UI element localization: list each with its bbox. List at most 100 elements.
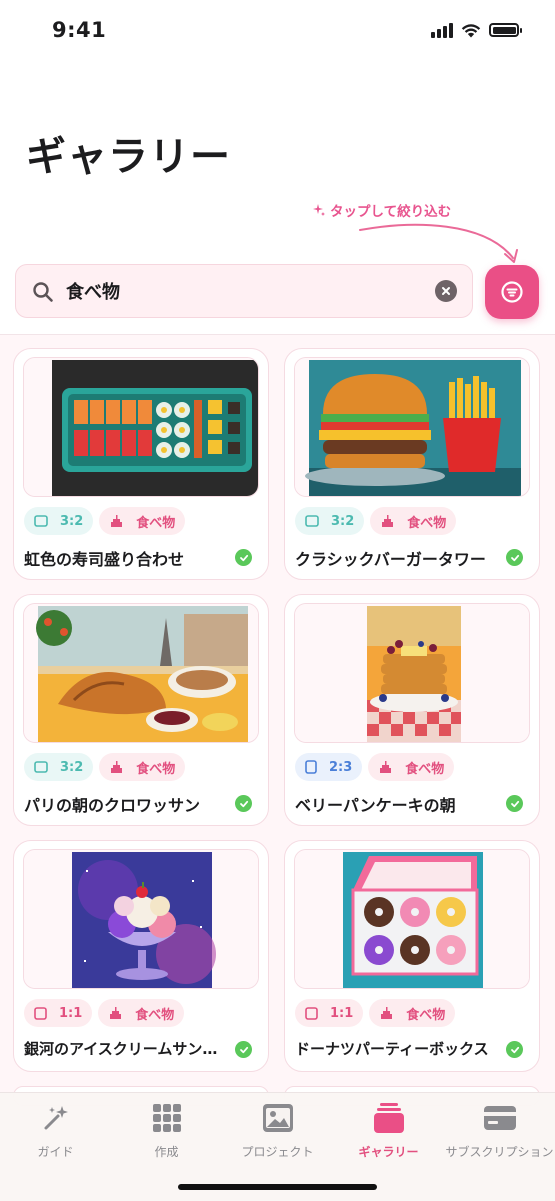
card-title: クラシックバーガータワー — [295, 550, 486, 569]
card-title: ベリーパンケーキの朝 — [295, 796, 456, 815]
filter-hint: タップして絞り込む — [312, 200, 451, 220]
check-icon — [506, 549, 523, 566]
tab-create[interactable]: 作成 — [111, 1101, 222, 1160]
filter-button[interactable] — [485, 265, 539, 319]
burger-artwork — [295, 358, 529, 496]
close-icon — [442, 287, 450, 295]
tab-subscription[interactable]: サブスクリプション — [444, 1101, 555, 1160]
aspect-ratio-label: 3:2 — [60, 759, 84, 775]
aspect-ratio-label: 2:3 — [329, 759, 353, 775]
cake-icon — [110, 1006, 122, 1019]
category-label: 食べ物 — [406, 1007, 446, 1023]
thumbnail — [23, 603, 259, 743]
ice-cream-artwork — [24, 850, 258, 988]
thumbnail — [23, 849, 259, 989]
hint-arrow-icon — [359, 223, 518, 263]
cellular-signal-icon — [431, 22, 453, 38]
check-icon — [235, 1041, 252, 1058]
search-input[interactable] — [66, 277, 426, 305]
category-label: 食べ物 — [407, 515, 447, 531]
tab-label: 作成 — [154, 1145, 179, 1159]
tab-label: ギャラリー — [358, 1145, 419, 1159]
status-time: 9:41 — [52, 18, 107, 42]
square-frame-icon — [34, 1006, 47, 1020]
category-badge: 食べ物 — [98, 999, 185, 1027]
category-badge: 食べ物 — [99, 507, 186, 535]
thumbnail — [294, 357, 530, 497]
gallery-card[interactable]: 2:3 食べ物 ベリーパンケーキの朝 — [284, 594, 540, 826]
aspect-ratio-label: 1:1 — [59, 1005, 83, 1021]
aspect-ratio-label: 3:2 — [60, 513, 84, 529]
category-label: 食べ物 — [135, 1007, 175, 1023]
landscape-frame-icon — [34, 515, 48, 527]
aspect-ratio-badge: 2:3 — [295, 753, 363, 781]
category-badge: 食べ物 — [370, 507, 457, 535]
tab-gallery[interactable]: ギャラリー — [333, 1101, 444, 1160]
status-icons — [431, 22, 522, 38]
tab-projects[interactable]: プロジェクト — [222, 1101, 333, 1160]
gallery-card[interactable]: 3:2 食べ物 パリの朝のクロワッサン — [13, 594, 269, 826]
cake-icon — [382, 514, 394, 527]
card-title: 銀河のアイスクリームサンデー — [24, 1040, 229, 1058]
aspect-ratio-badge: 1:1 — [295, 999, 364, 1027]
square-frame-icon — [305, 1006, 318, 1020]
search-bar — [15, 264, 473, 318]
category-badge: 食べ物 — [99, 753, 186, 781]
check-icon — [235, 549, 252, 566]
aspect-ratio-badge: 1:1 — [24, 999, 93, 1027]
category-label: 食べ物 — [136, 515, 176, 531]
cake-icon — [111, 514, 123, 527]
aspect-ratio-badge: 3:2 — [24, 753, 94, 781]
portrait-frame-icon — [305, 760, 317, 774]
category-badge: 食べ物 — [368, 753, 455, 781]
thumbnail — [23, 357, 259, 497]
gallery-card[interactable]: 3:2 食べ物 クラシックバーガータワー — [284, 348, 540, 580]
croissant-artwork — [24, 604, 258, 742]
pancake-artwork — [295, 604, 529, 742]
aspect-ratio-badge: 3:2 — [295, 507, 365, 535]
gallery-card[interactable]: 3:2 食べ物 虹色の寿司盛り合わせ — [13, 348, 269, 580]
magic-wand-icon — [44, 1106, 68, 1130]
search-icon — [33, 282, 53, 302]
image-icon — [262, 1104, 293, 1132]
landscape-frame-icon — [305, 515, 319, 527]
cake-icon — [380, 760, 392, 773]
filter-icon — [501, 281, 523, 303]
card-title: 虹色の寿司盛り合わせ — [24, 550, 185, 569]
category-label: 食べ物 — [405, 761, 445, 777]
check-icon — [235, 795, 252, 812]
aspect-ratio-label: 1:1 — [330, 1005, 354, 1021]
landscape-frame-icon — [34, 761, 48, 773]
tab-label: プロジェクト — [241, 1145, 314, 1159]
sparkle-icon — [313, 204, 325, 216]
thumbnail — [294, 603, 530, 743]
page-title: ギャラリー — [26, 134, 231, 180]
check-icon — [506, 795, 523, 812]
gallery-icon — [373, 1103, 404, 1133]
gallery-card[interactable]: 1:1 食べ物 ドーナツパーティーボックス — [284, 840, 540, 1072]
battery-icon — [489, 23, 522, 37]
gallery-card[interactable]: 1:1 食べ物 銀河のアイスクリームサンデー — [13, 840, 269, 1072]
cake-icon — [381, 1006, 393, 1019]
tab-guide[interactable]: ガイド — [0, 1101, 111, 1160]
status-bar: 9:41 — [0, 0, 555, 62]
card-title: ドーナツパーティーボックス — [295, 1040, 489, 1058]
check-icon — [506, 1041, 523, 1058]
category-badge: 食べ物 — [369, 999, 456, 1027]
home-indicator — [178, 1184, 377, 1190]
grid-icon — [152, 1104, 181, 1132]
clear-search-button[interactable] — [435, 280, 457, 302]
sushi-artwork — [24, 358, 258, 496]
aspect-ratio-badge: 3:2 — [24, 507, 94, 535]
wifi-icon — [461, 23, 481, 37]
tab-label: ガイド — [37, 1145, 74, 1159]
donut-artwork — [295, 850, 529, 988]
aspect-ratio-label: 3:2 — [331, 513, 355, 529]
thumbnail — [294, 849, 530, 989]
card-title: パリの朝のクロワッサン — [24, 796, 201, 815]
category-label: 食べ物 — [136, 761, 176, 777]
cake-icon — [111, 760, 123, 773]
filter-hint-text: タップして絞り込む — [330, 204, 452, 220]
card-icon — [483, 1106, 516, 1130]
tab-label: サブスクリプション — [445, 1145, 554, 1159]
